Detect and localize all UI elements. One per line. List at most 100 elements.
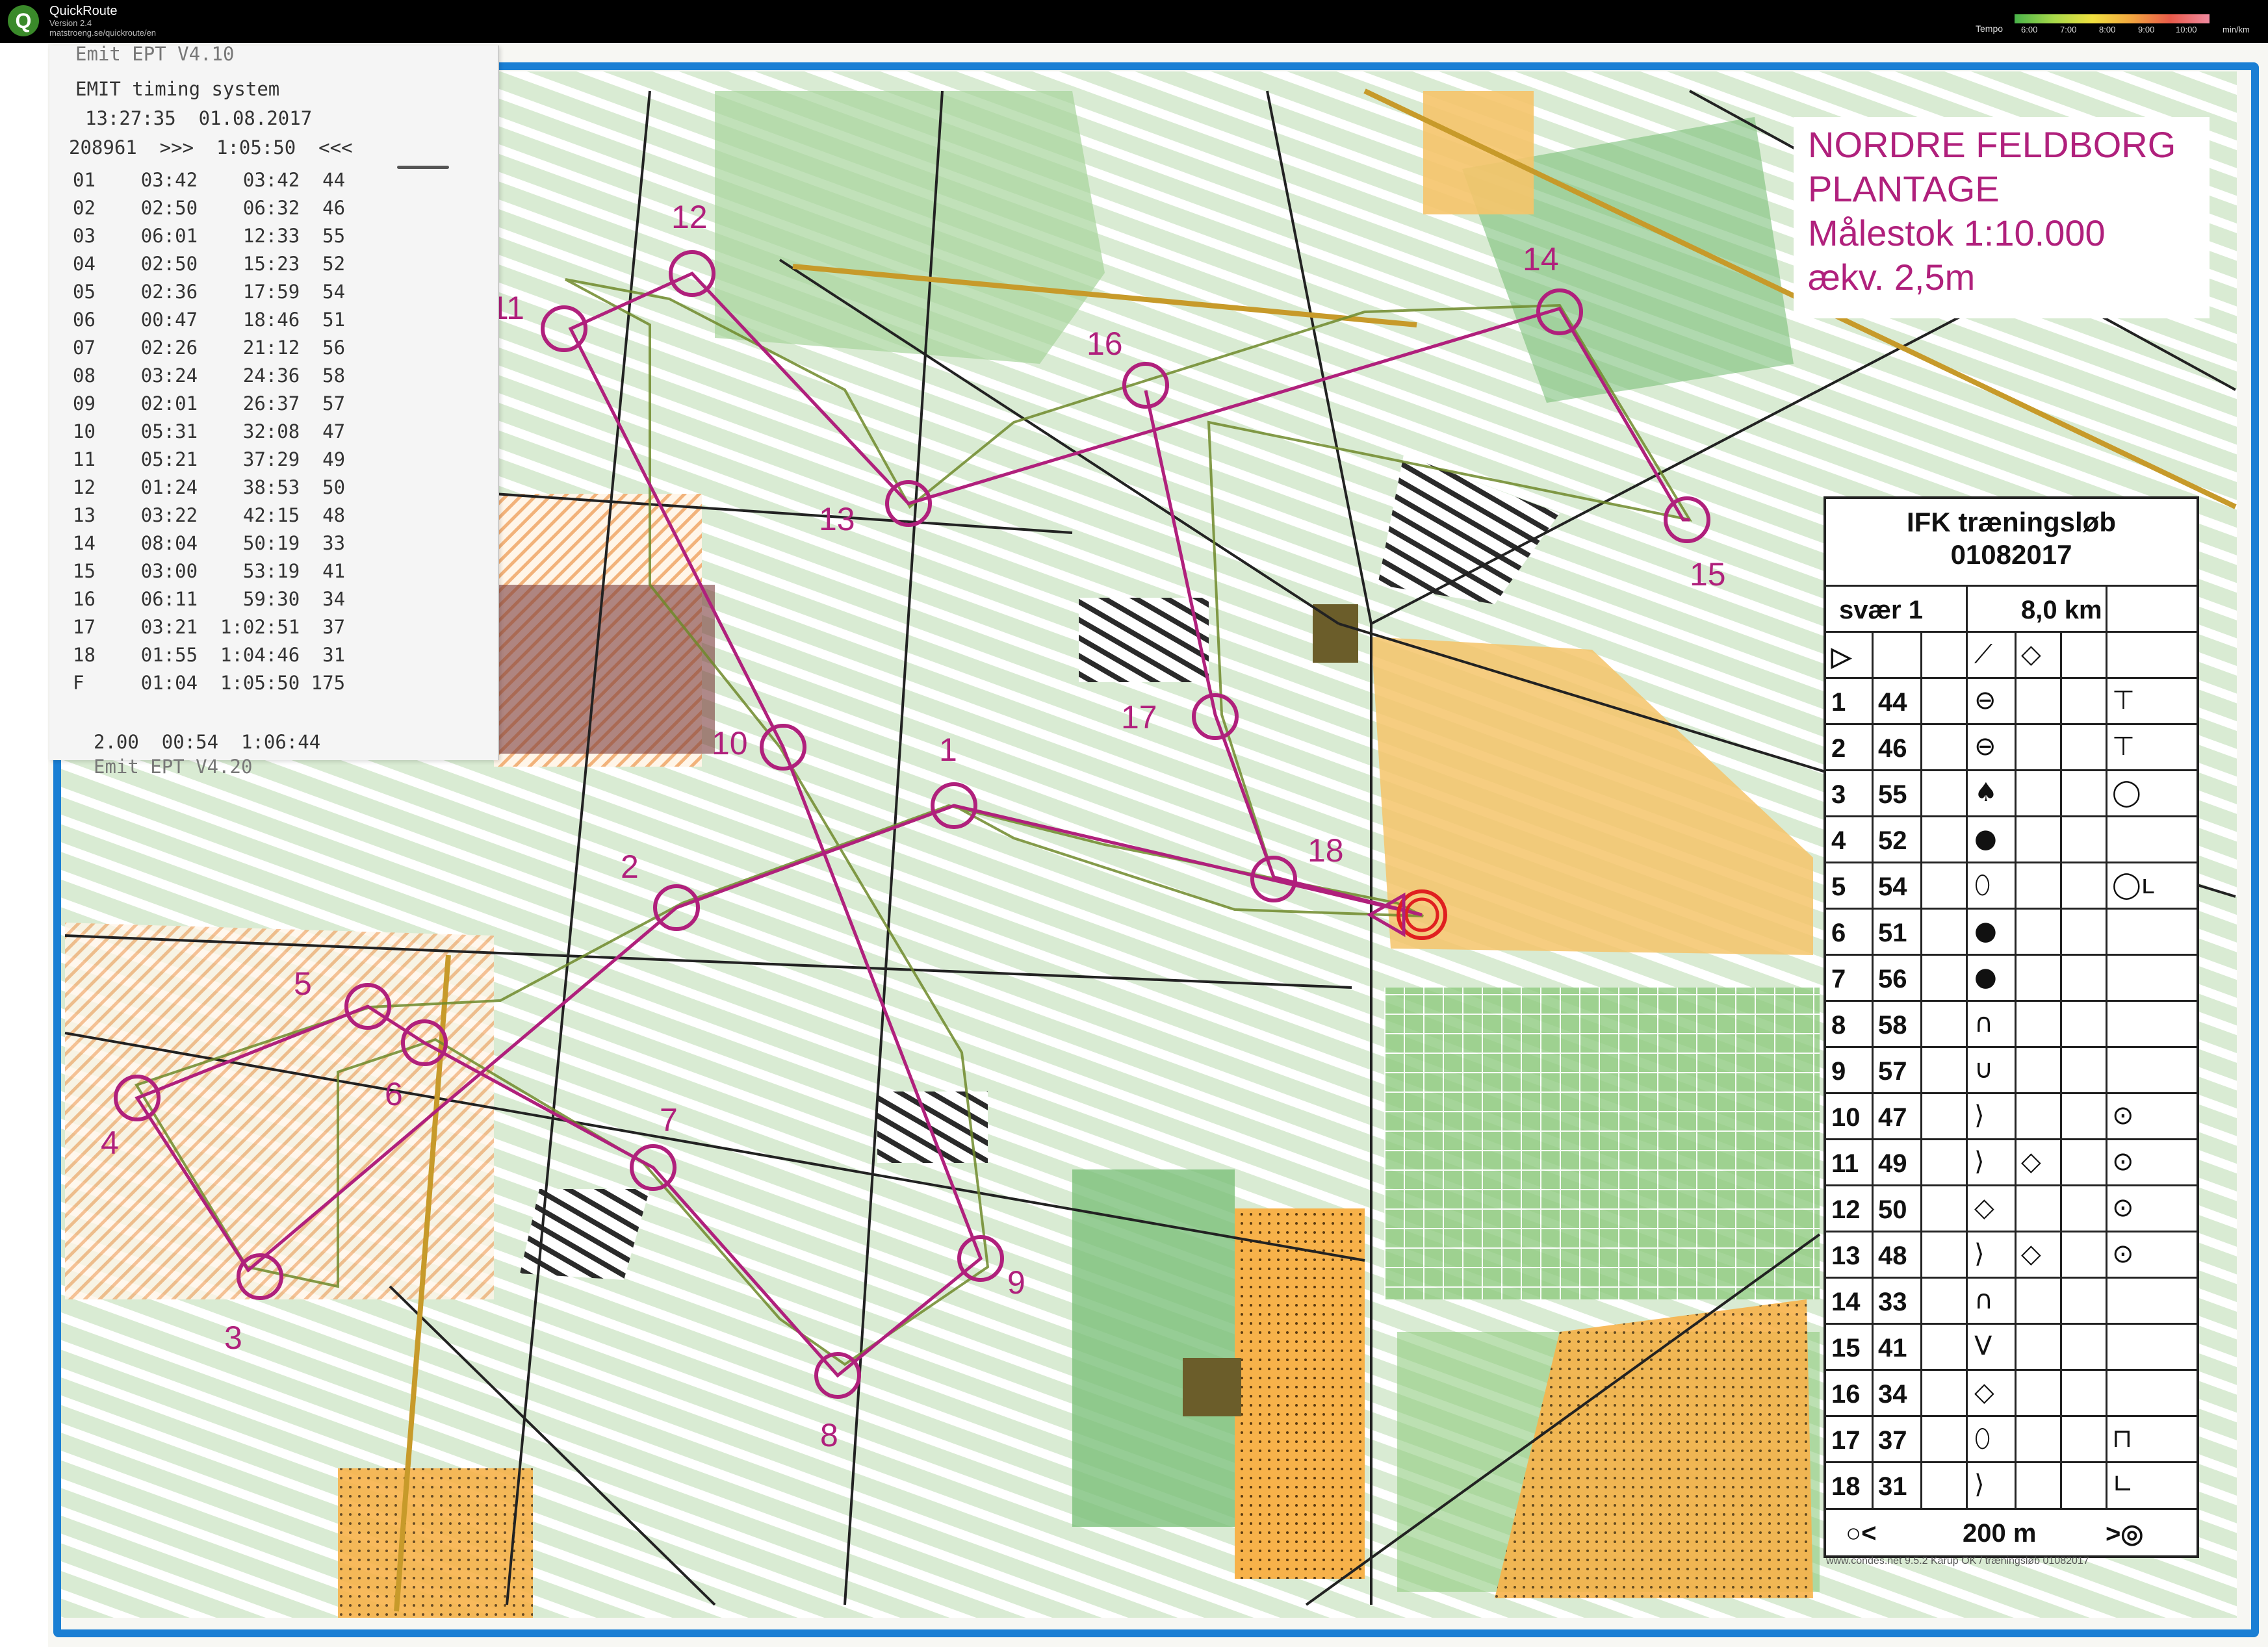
- receipt-card-total: 208961 >>> 1:05:50 <<<: [69, 136, 353, 159]
- receipt-split-line: 03 06:01 12:33 55: [73, 225, 346, 247]
- receipt-split-line: F 01:04 1:05:50 175: [73, 672, 346, 694]
- control-number: 8: [1831, 1011, 1846, 1040]
- feature-symbol-icon: ●: [1974, 962, 1997, 992]
- control-description-row: 14 33 ∩: [1826, 1277, 2197, 1325]
- feature-symbol-icon: ●: [1974, 824, 1997, 854]
- control-number: 3: [1831, 780, 1846, 809]
- table-divider: [1920, 631, 1922, 1508]
- receipt-split-line: 12 01:24 38:53 50: [73, 476, 346, 498]
- control-label: 7: [660, 1102, 678, 1138]
- location-symbol-icon: ⊙: [2112, 1193, 2134, 1223]
- table-divider: [1966, 585, 1968, 1508]
- location-symbol-icon: ⊤: [2112, 685, 2135, 715]
- control-number: 10: [1831, 1103, 1861, 1132]
- feature-symbol-icon: ⟩: [1974, 1147, 1985, 1177]
- control-number: 12: [1831, 1195, 1861, 1224]
- receipt-split-line: 15 03:00 53:19 41: [73, 560, 346, 582]
- control-label: 8: [820, 1417, 838, 1453]
- receipt-cut-bottom: Emit EPT V4.20: [94, 756, 253, 778]
- appearance-symbol-icon: ◇: [2021, 1147, 2041, 1177]
- control-label: 3: [224, 1320, 242, 1356]
- feature-symbol-icon: ∩: [1974, 1008, 1994, 1038]
- appearance-symbol-icon: ◇: [2021, 1239, 2041, 1269]
- receipt-datetime: 13:27:35 01.08.2017: [85, 107, 313, 129]
- control-number: 7: [1831, 965, 1846, 993]
- control-code: 46: [1878, 734, 1907, 763]
- control-label: 9: [1007, 1264, 1025, 1301]
- finish-right-icon: >◎: [2106, 1520, 2144, 1548]
- control-label: 4: [101, 1125, 119, 1161]
- map-footer-credit: www.condes.net 9.5.2 Karup OK / trænings…: [1826, 1555, 2089, 1566]
- control-description-row: 8 58 ∩: [1826, 1000, 2197, 1048]
- control-label: 17: [1121, 699, 1157, 735]
- receipt-split-line: 02 02:50 06:32 46: [73, 197, 346, 219]
- control-description-row: 9 57 ∪: [1826, 1046, 2197, 1094]
- map-title-line: PLANTAGE: [1808, 168, 2000, 209]
- control-code: 50: [1878, 1195, 1907, 1224]
- control-code: 58: [1878, 1011, 1907, 1040]
- location-symbol-icon: ⊤: [2112, 732, 2135, 761]
- map-title-box: NORDRE FELDBORG PLANTAGE Målestok 1:10.0…: [1794, 117, 2210, 318]
- control-label: 12: [671, 199, 708, 235]
- control-code: 47: [1878, 1103, 1907, 1132]
- receipt-header: EMIT timing system: [75, 78, 280, 100]
- table-divider: [1872, 631, 1874, 1508]
- control-description-row: 16 34 ◇: [1826, 1369, 2197, 1417]
- control-code: 55: [1878, 780, 1907, 809]
- control-number: 6: [1831, 919, 1846, 947]
- location-symbol-icon: ⊙: [2112, 1239, 2134, 1269]
- control-number: 13: [1831, 1242, 1861, 1270]
- course-header-row: svær 1 8,0 km: [1826, 585, 2197, 633]
- receipt-split-line: 08 03:24 24:36 58: [73, 364, 346, 387]
- control-number: 2: [1831, 734, 1846, 763]
- receipt-split-line: 01 03:42 03:42 44: [73, 169, 346, 191]
- control-code: 44: [1878, 688, 1907, 717]
- feature-symbol-icon: V: [1974, 1331, 1992, 1361]
- start-symbol-icon: ▷: [1831, 643, 1851, 671]
- feature-symbol-icon: ●: [1974, 916, 1997, 946]
- control-code: 37: [1878, 1426, 1907, 1455]
- feature-symbol-icon: ◇: [1974, 1377, 1994, 1407]
- control-code: 34: [1878, 1380, 1907, 1409]
- control-label: 15: [1690, 556, 1726, 593]
- receipt-split-line: 05 02:36 17:59 54: [73, 281, 346, 303]
- control-number: 5: [1831, 873, 1846, 901]
- control-description-row: 2 46 ⊖ ⊤: [1826, 723, 2197, 771]
- control-description-row: 12 50 ◇ ⊙: [1826, 1184, 2197, 1232]
- control-code: 54: [1878, 873, 1907, 901]
- control-description-row: 15 41 V: [1826, 1323, 2197, 1371]
- control-number: 16: [1831, 1380, 1861, 1409]
- feature-symbol-icon: ∩: [1974, 1285, 1994, 1315]
- map-scale: Målestok 1:10.000: [1808, 212, 2106, 253]
- feature-symbol-icon: ⊖: [1974, 685, 1996, 715]
- control-description-row: 17 37 ⬯ ⊓: [1826, 1415, 2197, 1463]
- receipt-split-line: 16 06:11 59:30 34: [73, 588, 346, 610]
- control-number: 14: [1831, 1288, 1861, 1316]
- receipt-split-line: 07 02:26 21:12 56: [73, 337, 346, 359]
- control-label: 14: [1523, 241, 1559, 277]
- start-feature-icon: ⟋: [1974, 639, 1992, 669]
- map-contour-interval: ækv. 2,5m: [1808, 257, 1976, 298]
- control-number: 9: [1831, 1057, 1846, 1086]
- control-code: 51: [1878, 919, 1907, 947]
- control-description-row: 10 47 ⟩ ⊙: [1826, 1092, 2197, 1140]
- control-code: 33: [1878, 1288, 1907, 1316]
- control-code: 31: [1878, 1472, 1907, 1501]
- control-description-row: 5 54 ⬯ ◯ʟ: [1826, 862, 2197, 910]
- feature-symbol-icon: ⬯: [1974, 1424, 1991, 1453]
- table-divider: [2015, 631, 2017, 1508]
- control-label: 16: [1087, 326, 1123, 362]
- receipt-split-line: 06 00:47 18:46 51: [73, 309, 346, 331]
- control-number: 17: [1831, 1426, 1861, 1455]
- receipt-split-line: 11 05:21 37:29 49: [73, 448, 346, 470]
- control-label: 18: [1308, 832, 1344, 869]
- receipt-cut-top: Emit EPT V4.10: [75, 43, 235, 65]
- control-description-row: 4 52 ●: [1826, 815, 2197, 863]
- receipt-split-line: 04 02:50 15:23 52: [73, 253, 346, 275]
- feature-symbol-icon: ⊖: [1974, 732, 1996, 761]
- control-description-row: 7 56 ●: [1826, 954, 2197, 1002]
- control-code: 57: [1878, 1057, 1907, 1086]
- control-description-row: 3 55 ♠ ◯: [1826, 769, 2197, 817]
- control-label: 2: [621, 849, 639, 885]
- control-number: 1: [1831, 688, 1846, 717]
